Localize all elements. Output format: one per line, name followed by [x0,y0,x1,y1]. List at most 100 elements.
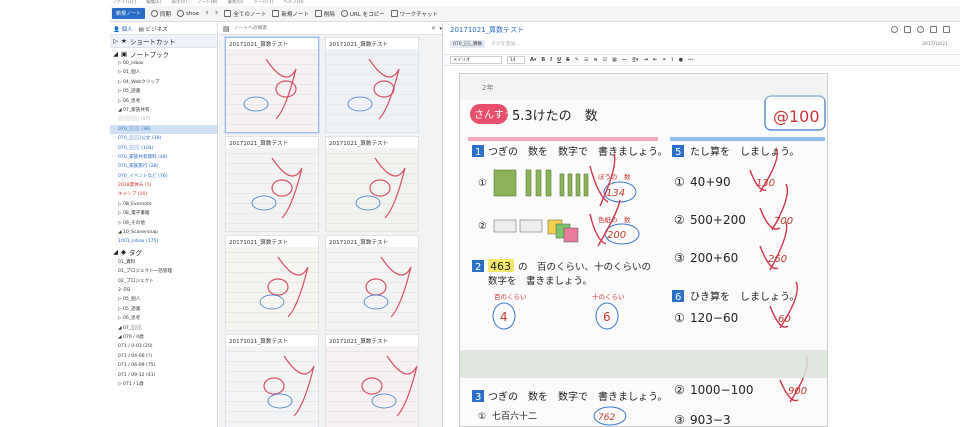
tag-item[interactable]: 071 / 06-09 (75) [110,361,217,370]
notebook-item[interactable]: 070_░░░ (104) [110,144,217,153]
note-card[interactable]: 20171021_算数テスト [325,334,419,427]
notebook-item[interactable]: キャンプ (16) [110,190,217,199]
note-card[interactable]: 20171021_算数テスト [225,235,319,331]
note-card[interactable]: 20171021_算数テスト [325,235,419,331]
trash-icon[interactable] [943,26,950,33]
svg-text:③: ③ [674,251,685,265]
note-card[interactable]: 20171021_算数テスト [225,136,319,232]
tag-item[interactable]: 071 / 09-12 (41) [110,371,217,380]
sync-button[interactable]: 同期 [151,10,171,18]
notebook-item[interactable]: ▷ 08_電子書籍 [110,209,217,218]
note-editor: 20171021_算数テスト 070_░░_算数 タグを追加... 2017/1… [444,23,960,427]
svg-text:2: 2 [475,262,481,273]
new-notebook-button[interactable]: 新規ノート [272,10,309,18]
sync-label: 同期 [160,11,172,18]
tag-item[interactable]: ▷ 06_思考 [110,314,217,323]
share-icon[interactable] [917,26,924,33]
font-select[interactable]: メイリオ [450,56,502,64]
tag-item[interactable]: 071 / 04-06 (?) [110,352,217,361]
notebook-item[interactable]: ▷ 05_読書 [110,87,217,96]
info-icon[interactable] [891,26,898,33]
notebook-item[interactable]: 1001_inbox (175) [110,237,217,246]
notebooks-section[interactable]: ◢ ▣ ノートブック [110,48,217,59]
record-icon[interactable]: ● [679,57,683,63]
table-icon[interactable]: ▦ [612,57,617,63]
tag-item[interactable]: 071 / 0-03 (20) [110,342,217,351]
number-list-icon[interactable]: ≡ [593,57,597,63]
note-title[interactable]: 20171021_算数テスト [444,23,960,37]
notebook-item[interactable]: ◢ 07_家族共有 [110,106,217,115]
work-chat-button[interactable]: ワークチャット [390,10,438,18]
tag-item[interactable]: 02_プロジェクト [110,277,217,286]
user-menu[interactable]: shoe [177,10,199,17]
font-color-icon[interactable]: A▾ [530,57,536,63]
svg-text:②: ② [674,383,685,397]
note-search-input[interactable] [233,24,428,33]
notebook-item[interactable]: ░░░░░░ (17) [110,115,217,124]
q6-answer-1: 60 [778,314,791,325]
new-note-button[interactable]: 新規ノート [112,8,146,19]
italic-icon[interactable]: I [550,57,552,63]
present-icon[interactable] [930,26,937,33]
tab-personal[interactable]: 👤 個人 [113,25,133,33]
delete-button[interactable]: 削除 [314,10,335,18]
notebook-item[interactable]: ◢ 10_Scanersnap [110,228,217,237]
link-icon[interactable]: ⚭ [662,57,666,63]
notebook-item[interactable]: 070_家族共有資料 (48) [110,153,217,162]
tag-item[interactable]: ▷ 071 / 1歳 [110,380,217,389]
tag-item[interactable]: ◢ 070 / 0歳 [110,333,217,342]
note-card[interactable]: 20171021_算数テスト [225,37,319,133]
divider-icon[interactable]: — [622,57,627,63]
highlight-icon[interactable]: ✎ [575,57,579,63]
dropdown-icon[interactable]: ▾ [439,26,442,32]
align-icon[interactable]: ≣▾ [632,57,639,63]
forward-button[interactable]: › [215,9,219,18]
notebook-item[interactable]: ▷ 08_Evernote [110,200,217,209]
tag-item[interactable]: 2-タB [110,286,217,295]
checkbox-icon[interactable]: ☑ [603,57,607,63]
note-card[interactable]: 20171021_算数テスト [225,334,319,427]
q6-text: ひき算を しましょう。 [690,290,799,303]
tab-business-label: ビジネス [145,26,168,33]
notebook-item[interactable]: 070_░░░/公文 (38) [110,134,217,143]
more-icon[interactable]: ⋯ [688,57,693,63]
notebook-item[interactable]: ▷ 09_その他 [110,219,217,228]
bold-icon[interactable]: B [541,57,545,63]
reminder-icon[interactable] [904,26,911,33]
shortcut-section[interactable]: ▷ ★ ショートカット [110,35,217,48]
notebook-item[interactable]: 070_░░░ (38) [110,124,217,135]
tag-chip[interactable]: 070_░░_算数 [450,39,486,48]
tag-item[interactable]: 01_プロジェクト一括管理 [110,267,217,276]
note-card[interactable]: 20171021_算数テスト [325,136,419,232]
tag-item[interactable]: ◢ 07_░░░ [110,324,217,333]
view-toggle-icon[interactable]: ▤ [223,25,230,33]
q2-text-b: 数字を 書きましょう。 [488,275,592,287]
notebook-item[interactable]: ▷ 00_inbox [110,59,217,68]
outdent-icon[interactable]: ⇤ [653,57,657,63]
notebook-item[interactable]: ▷ 06_思考 [110,97,217,106]
size-select[interactable]: 14 [507,56,525,64]
note-card-title: 20171021_算数テスト [329,240,389,246]
notebook-item[interactable]: ▷ 01_個人 [110,68,217,77]
tags-section[interactable]: ◢ ◆ タグ [110,247,217,258]
back-button[interactable]: ‹ [205,9,209,18]
notebook-item[interactable]: 070_イベントなど (76) [110,172,217,181]
tag-item[interactable]: ▷ 05_読書 [110,305,217,314]
all-notes-button[interactable]: 全てのノート [224,10,266,18]
notebook-item[interactable]: 070_家族旅行 (28) [110,162,217,171]
add-tag-input[interactable]: タグを追加... [491,40,520,47]
format-toolbar: メイリオ 14 A▾ B I U S ✎ ☰ ≡ ☑ ▦ — ≣▾ ⇥ ⇤ ⚭ … [444,54,960,66]
tag-item[interactable]: 01_資料 [110,258,217,267]
url-copy-button[interactable]: URL をコピー [340,10,385,18]
notebook-item[interactable]: ▷ 04_Webクリップ [110,78,217,87]
strikethrough-icon[interactable]: S [566,57,570,63]
indent-icon[interactable]: ⇥ [644,57,648,63]
attach-icon[interactable]: ⌇ [671,57,673,63]
tab-business[interactable]: ▤ ビジネス [139,25,168,33]
bullet-list-icon[interactable]: ☰ [584,57,588,63]
search-icon[interactable]: ⌕ [432,24,436,33]
tag-item[interactable]: ▷ 05_個人 [110,295,217,304]
note-card[interactable]: 20171021_算数テスト [325,37,419,133]
notebook-item[interactable]: 2018夏休み (1) [110,181,217,190]
underline-icon[interactable]: U [557,57,561,63]
